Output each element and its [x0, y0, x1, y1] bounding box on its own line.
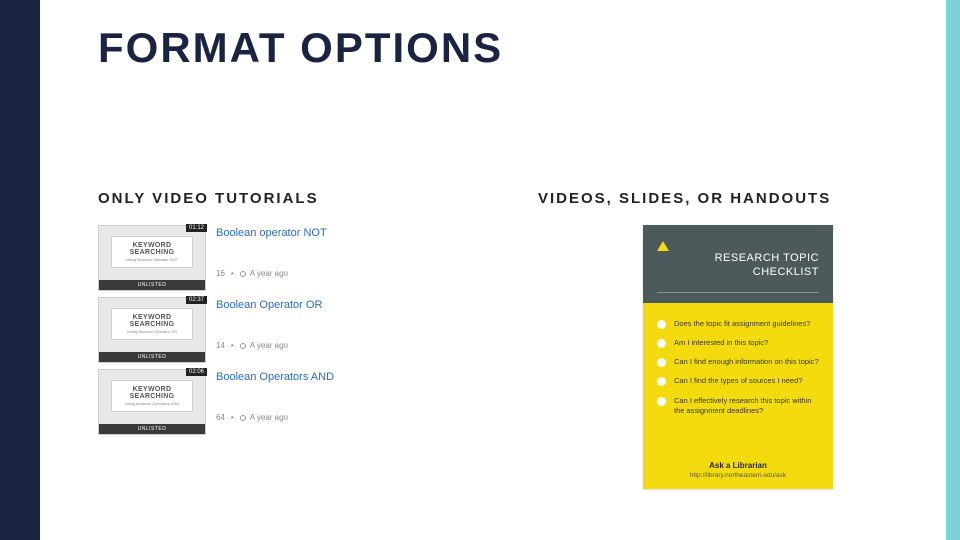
thumb-sub: Using Boolean Operator NOT: [126, 257, 178, 262]
clock-icon: [240, 343, 246, 349]
video-meta: Boolean Operator OR 14 A year ago: [206, 297, 453, 363]
clock-icon: [240, 271, 246, 277]
video-duration: 02:06: [186, 368, 207, 376]
separator-icon: [229, 413, 236, 422]
clock-icon: [240, 415, 246, 421]
video-stats: 64 A year ago: [216, 413, 453, 422]
right-accent-stripe: [946, 0, 960, 540]
thumb-badge: UNLISTED: [99, 352, 205, 362]
separator-icon: [229, 269, 236, 278]
left-accent-stripe: [0, 0, 40, 540]
divider: [657, 292, 819, 293]
slide-content: FORMAT OPTIONS ONLY VIDEO TUTORIALS 01:1…: [98, 24, 930, 520]
handout-footer: Ask a Librarian http://library.northeast…: [643, 457, 833, 489]
video-item: 01:12 KEYWORD SEARCHING Using Boolean Op…: [98, 225, 453, 291]
video-age: A year ago: [250, 413, 288, 422]
handout-title: RESEARCH TOPIC CHECKLIST: [715, 251, 819, 280]
checklist-item: Does the topic fit assignment guidelines…: [657, 319, 819, 329]
accent-triangle-icon: [657, 241, 669, 251]
handout-body: Does the topic fit assignment guidelines…: [643, 303, 833, 457]
handout-card: RESEARCH TOPIC CHECKLIST Does the topic …: [643, 225, 833, 489]
two-columns: ONLY VIDEO TUTORIALS 01:12 KEYWORD SEARC…: [98, 190, 930, 489]
video-title: Boolean Operators AND: [216, 371, 453, 383]
video-thumbnail: 01:12 KEYWORD SEARCHING Using Boolean Op…: [98, 225, 206, 291]
view-count: 14: [216, 341, 225, 350]
bullet-icon: [657, 397, 666, 406]
checklist-text: Am I interested in this topic?: [674, 338, 768, 348]
slide-title: FORMAT OPTIONS: [98, 24, 930, 72]
checklist-text: Can I effectively research this topic wi…: [674, 396, 819, 416]
view-count: 16: [216, 269, 225, 278]
checklist-text: Can I find the types of sources I need?: [674, 376, 802, 386]
thumb-title: KEYWORD SEARCHING: [112, 314, 192, 328]
video-item: 02:37 KEYWORD SEARCHING Using Boolean Op…: [98, 297, 453, 363]
view-count: 64: [216, 413, 225, 422]
footer-url: http://library.northeastern.edu/ask: [657, 472, 819, 479]
video-thumbnail: 02:06 KEYWORD SEARCHING Using Boolean Op…: [98, 369, 206, 435]
thumb-sub: Using Boolean Operator OR: [127, 329, 177, 334]
thumbnail-inner: KEYWORD SEARCHING Using Boolean Operator…: [111, 236, 193, 268]
thumb-sub: Using Boolean Operators AND: [125, 401, 179, 406]
video-age: A year ago: [250, 269, 288, 278]
bullet-icon: [657, 377, 666, 386]
bullet-icon: [657, 339, 666, 348]
thumbnail-inner: KEYWORD SEARCHING Using Boolean Operator…: [111, 380, 193, 412]
video-meta: Boolean Operators AND 64 A year ago: [206, 369, 453, 435]
video-title: Boolean operator NOT: [216, 227, 453, 239]
thumb-badge: UNLISTED: [99, 424, 205, 434]
checklist-text: Can I find enough information on this to…: [674, 357, 819, 367]
checklist-item: Am I interested in this topic?: [657, 338, 819, 348]
video-stats: 14 A year ago: [216, 341, 453, 350]
video-item: 02:06 KEYWORD SEARCHING Using Boolean Op…: [98, 369, 453, 435]
checklist-item: Can I find enough information on this to…: [657, 357, 819, 367]
video-duration: 02:37: [186, 296, 207, 304]
video-stats: 16 A year ago: [216, 269, 453, 278]
left-column: ONLY VIDEO TUTORIALS 01:12 KEYWORD SEARC…: [98, 190, 498, 489]
video-duration: 01:12: [186, 224, 207, 232]
video-list: 01:12 KEYWORD SEARCHING Using Boolean Op…: [98, 225, 453, 435]
right-column: VIDEOS, SLIDES, OR HANDOUTS RESEARCH TOP…: [538, 190, 938, 489]
handout-header: RESEARCH TOPIC CHECKLIST: [643, 225, 833, 303]
checklist-text: Does the topic fit assignment guidelines…: [674, 319, 810, 329]
handout-wrap: RESEARCH TOPIC CHECKLIST Does the topic …: [538, 225, 938, 489]
right-heading: VIDEOS, SLIDES, OR HANDOUTS: [538, 190, 938, 207]
checklist-item: Can I find the types of sources I need?: [657, 376, 819, 386]
thumb-badge: UNLISTED: [99, 280, 205, 290]
video-thumbnail: 02:37 KEYWORD SEARCHING Using Boolean Op…: [98, 297, 206, 363]
video-age: A year ago: [250, 341, 288, 350]
handout-title-line2: CHECKLIST: [715, 265, 819, 279]
handout-title-line1: RESEARCH TOPIC: [715, 251, 819, 265]
thumb-title: KEYWORD SEARCHING: [112, 242, 192, 256]
video-title: Boolean Operator OR: [216, 299, 453, 311]
separator-icon: [229, 341, 236, 350]
left-heading: ONLY VIDEO TUTORIALS: [98, 190, 498, 207]
thumb-title: KEYWORD SEARCHING: [112, 386, 192, 400]
footer-title: Ask a Librarian: [657, 461, 819, 470]
video-meta: Boolean operator NOT 16 A year ago: [206, 225, 453, 291]
thumbnail-inner: KEYWORD SEARCHING Using Boolean Operator…: [111, 308, 193, 340]
checklist-item: Can I effectively research this topic wi…: [657, 396, 819, 416]
bullet-icon: [657, 320, 666, 329]
bullet-icon: [657, 358, 666, 367]
